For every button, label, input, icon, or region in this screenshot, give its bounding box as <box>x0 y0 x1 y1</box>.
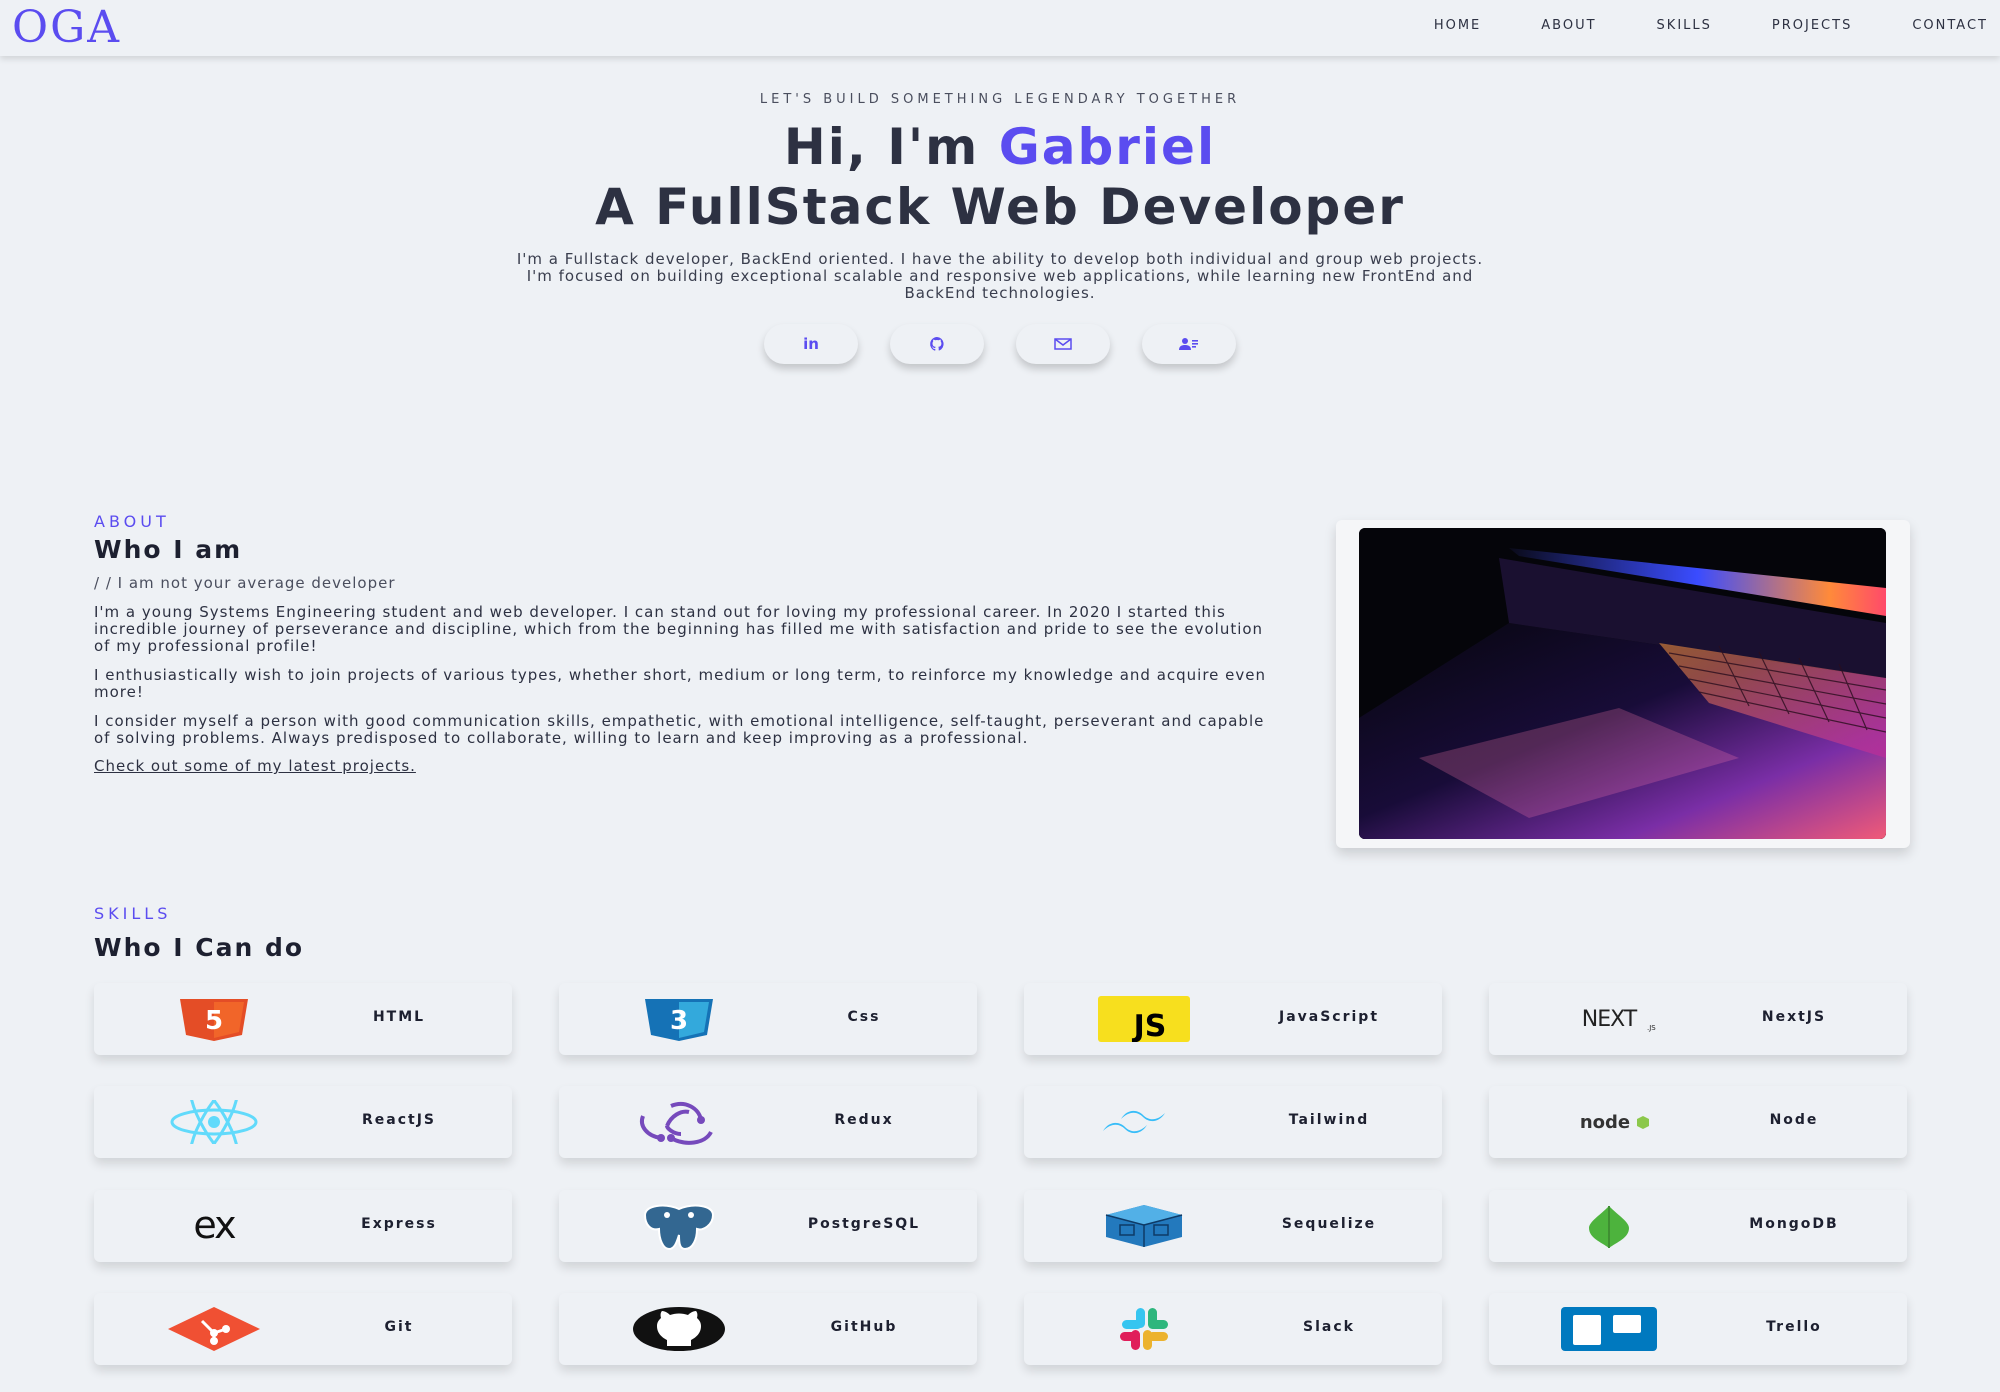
github-icon <box>930 337 944 351</box>
trello-icon <box>1559 1301 1659 1357</box>
hero-description: I'm a Fullstack developer, BackEnd orien… <box>375 251 1625 302</box>
skill-label: ReactJS <box>361 1112 436 1128</box>
about-quote: / / I am not your average developer <box>94 574 396 592</box>
skill-label: Tailwind <box>1288 1112 1370 1128</box>
skill-card-postgresql[interactable]: PostgreSQL <box>559 1190 977 1262</box>
nav-link-about[interactable]: ABOUT <box>1541 18 1596 33</box>
contact-card-icon <box>1179 338 1198 350</box>
skill-card-css[interactable]: 3 Css <box>559 983 977 1055</box>
hero-eyebrow: LET'S BUILD SOMETHING LEGENDARY TOGETHER <box>759 92 1241 107</box>
contact-card-button[interactable] <box>1142 324 1236 364</box>
html5-icon: 5 <box>164 991 264 1047</box>
hero-heading: Hi, I'm Gabriel A FullStack Web Develope… <box>0 117 2000 237</box>
github-button[interactable] <box>890 324 984 364</box>
skill-card-git[interactable]: Git <box>94 1293 512 1365</box>
skill-card-reactjs[interactable]: ReactJS <box>94 1086 512 1158</box>
skill-card-trello[interactable]: Trello <box>1489 1293 1907 1365</box>
nav-link-home[interactable]: HOME <box>1434 18 1481 33</box>
github-icon <box>629 1301 729 1357</box>
linkedin-icon: in <box>803 335 819 353</box>
skills-header: SKILLS Who I Can do <box>94 904 304 962</box>
about-photo-card <box>1336 520 1910 848</box>
skill-label: NextJS <box>1761 1009 1827 1025</box>
skills-kicker: SKILLS <box>94 904 172 923</box>
about-paragraph: I enthusiastically wish to join projects… <box>94 666 1267 701</box>
svg-text:NEXT: NEXT <box>1582 1007 1638 1032</box>
skill-label: Trello <box>1766 1319 1822 1335</box>
git-icon <box>164 1301 264 1357</box>
social-links: in <box>0 324 2000 364</box>
skill-label: Sequelize <box>1281 1216 1377 1232</box>
laptop-photo <box>1359 528 1886 839</box>
skill-card-node[interactable]: node Node <box>1489 1086 1907 1158</box>
svg-text:JS: JS <box>1132 1009 1167 1042</box>
skill-label: HTML <box>372 1009 426 1025</box>
nav-link-projects[interactable]: PROJECTS <box>1772 18 1852 33</box>
about-paragraph: I'm a young Systems Engineering student … <box>94 603 1264 655</box>
email-button[interactable] <box>1016 324 1110 364</box>
hero-description-line: BackEnd technologies. <box>904 284 1096 302</box>
skill-card-redux[interactable]: Redux <box>559 1086 977 1158</box>
top-navbar: OGA HOME ABOUT SKILLS PROJECTS CONTACT <box>0 0 2000 56</box>
hero-role: A FullStack Web Developer <box>595 178 1405 236</box>
about-paragraph: I consider myself a person with good com… <box>94 712 1265 747</box>
hero-description-line: I'm focused on building exceptional scal… <box>526 267 1474 285</box>
skill-card-tailwind[interactable]: Tailwind <box>1024 1086 1442 1158</box>
skill-card-slack[interactable]: Slack <box>1024 1293 1442 1365</box>
about-title: Who I am <box>94 535 243 564</box>
skill-label: Slack <box>1303 1319 1355 1335</box>
svg-text:ex: ex <box>193 1208 236 1244</box>
svg-text:5: 5 <box>205 1006 223 1036</box>
skills-grid: 5 HTML 3 Css JS JavaScript NEXT .JS Next… <box>94 983 1910 1365</box>
skill-label: Express <box>361 1216 437 1232</box>
nav-link-contact[interactable]: CONTACT <box>1912 18 1988 33</box>
express-icon: ex <box>164 1198 264 1254</box>
skill-label: Redux <box>834 1112 894 1128</box>
about-kicker: ABOUT <box>94 512 170 531</box>
skill-label: PostgreSQL <box>807 1216 921 1232</box>
javascript-icon: JS <box>1094 991 1194 1047</box>
skill-label: GitHub <box>830 1319 898 1335</box>
skill-label: Git <box>384 1319 414 1335</box>
hero-section: LET'S BUILD SOMETHING LEGENDARY TOGETHER… <box>0 92 2000 364</box>
react-icon <box>164 1094 264 1150</box>
sequelize-icon <box>1094 1198 1194 1254</box>
skill-label: Css <box>847 1009 881 1025</box>
skill-card-sequelize[interactable]: Sequelize <box>1024 1190 1442 1262</box>
skills-title: Who I Can do <box>94 933 305 962</box>
hero-name: Gabriel <box>998 118 1217 176</box>
node-icon: node <box>1559 1094 1659 1150</box>
css3-icon: 3 <box>629 991 729 1047</box>
svg-text:node: node <box>1580 1112 1630 1133</box>
redux-icon <box>629 1094 729 1150</box>
about-section: ABOUT Who I am / / I am not your average… <box>94 512 1279 775</box>
site-logo[interactable]: OGA <box>12 2 121 54</box>
skill-card-mongodb[interactable]: MongoDB <box>1489 1190 1907 1262</box>
linkedin-button[interactable]: in <box>764 324 858 364</box>
svg-text:3: 3 <box>670 1006 688 1036</box>
svg-text:.JS: .JS <box>1647 1024 1656 1032</box>
mail-icon <box>1054 338 1072 350</box>
nav-links: HOME ABOUT SKILLS PROJECTS CONTACT <box>1374 18 1988 33</box>
hero-greeting: Hi, I'm <box>783 118 999 176</box>
skill-label: Node <box>1769 1112 1819 1128</box>
skill-card-github[interactable]: GitHub <box>559 1293 977 1365</box>
skill-card-nextjs[interactable]: NEXT .JS NextJS <box>1489 983 1907 1055</box>
mongodb-icon <box>1559 1198 1659 1254</box>
skill-card-express[interactable]: ex Express <box>94 1190 512 1262</box>
slack-icon <box>1094 1301 1194 1357</box>
hero-description-line: I'm a Fullstack developer, BackEnd orien… <box>516 250 1484 268</box>
nextjs-icon: NEXT .JS <box>1559 991 1659 1047</box>
nav-link-skills[interactable]: SKILLS <box>1657 18 1712 33</box>
postgresql-icon <box>629 1198 729 1254</box>
tailwind-icon <box>1094 1094 1194 1150</box>
projects-link[interactable]: Check out some of my latest projects. <box>94 757 416 775</box>
skill-label: MongoDB <box>1749 1216 1839 1232</box>
skill-card-javascript[interactable]: JS JavaScript <box>1024 983 1442 1055</box>
skill-card-html[interactable]: 5 HTML <box>94 983 512 1055</box>
skill-label: JavaScript <box>1278 1009 1380 1025</box>
